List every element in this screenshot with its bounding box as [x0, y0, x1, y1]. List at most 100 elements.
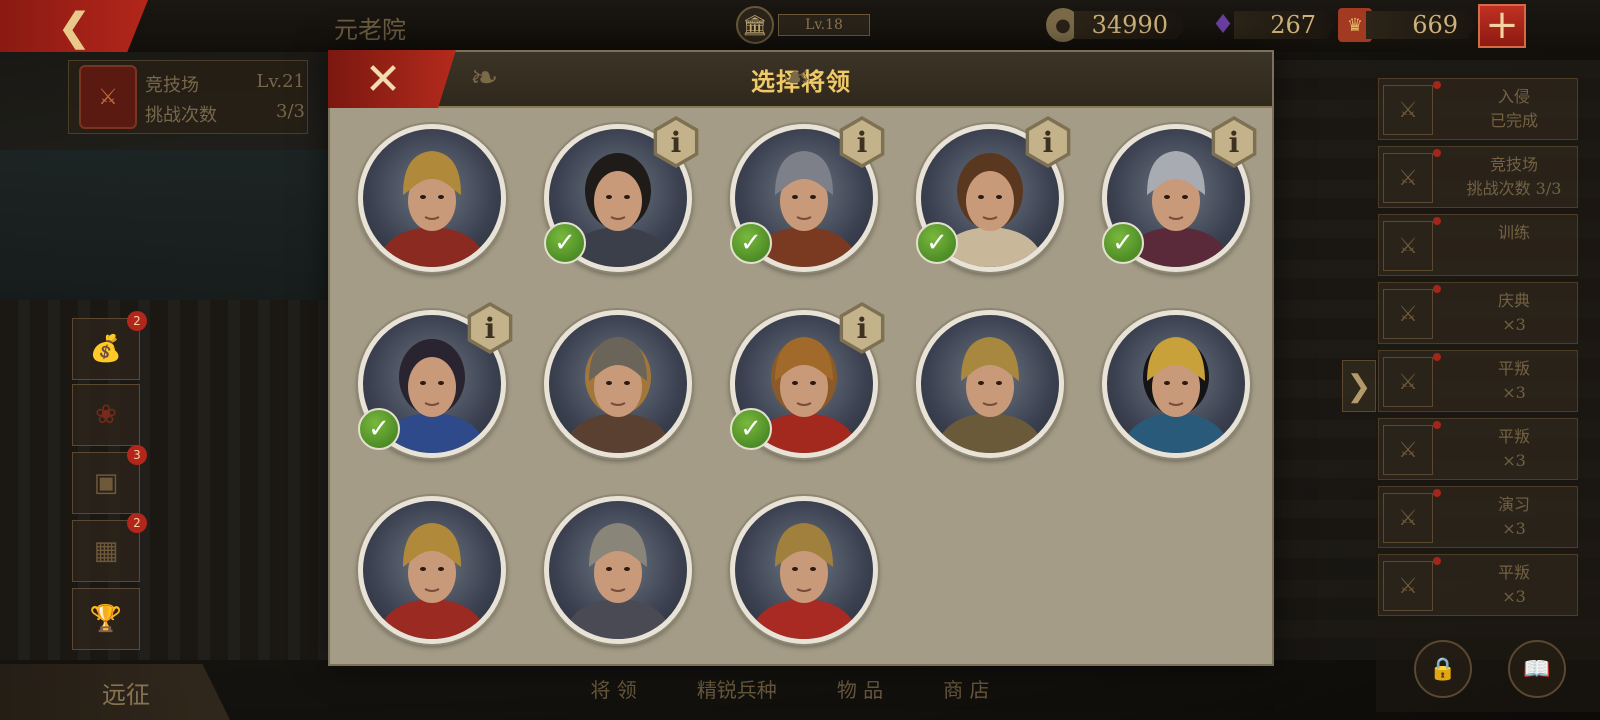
quest-text: 庆典 ×3 [1449, 289, 1579, 337]
challenge-value: 3/3 [276, 101, 305, 122]
quest-title: 入侵 [1497, 87, 1530, 106]
lock-icon: 🔒 [1429, 656, 1457, 682]
plus-icon: + [1485, 2, 1519, 48]
quest-sub: ×3 [1502, 519, 1526, 538]
gem-counter[interactable]: ♦ 267 [1206, 8, 1334, 42]
quest-title: 平叛 [1497, 359, 1530, 378]
senate-level[interactable]: 🏛 Lv.18 [736, 6, 870, 44]
quest-alert-dot [1433, 149, 1441, 157]
quest-item[interactable]: ⚔ 平叛 ×3 [1378, 554, 1578, 616]
general-slot[interactable]: i ✓ [916, 116, 1071, 272]
trophy-button[interactable]: 🏆 [72, 588, 140, 650]
coin-value: 34990 [1074, 11, 1186, 39]
quest-icon: ⚔ [1383, 357, 1433, 407]
dialog-header: ✕ ❧ 选择将领 ❧ [328, 50, 1272, 108]
book-icon: 📖 [1523, 656, 1551, 682]
quest-sub: ×3 [1502, 451, 1526, 470]
general-portrait[interactable] [358, 496, 506, 644]
general-slot[interactable]: i ✓ [358, 302, 513, 458]
expedition-button[interactable]: 远征 [0, 664, 230, 720]
quest-icon: ⚔ [1383, 561, 1433, 611]
coin-counter[interactable]: ● 34990 [1046, 8, 1186, 42]
info-icon: i [471, 306, 509, 350]
general-portrait[interactable] [730, 496, 878, 644]
quest-title: 竞技场 [1489, 155, 1538, 174]
arena-label: 竞技场 [145, 75, 199, 96]
quest-sub: ×3 [1502, 315, 1526, 334]
quest-icon: ⚔ [1383, 493, 1433, 543]
film-icon: ▣ [93, 468, 119, 498]
select-general-dialog: ✕ ❧ 选择将领 ❧ i ✓ i ✓ i ✓ i ✓ i ✓ i ✓ [328, 50, 1274, 666]
general-portrait[interactable] [544, 496, 692, 644]
quest-item[interactable]: ⚔ 庆典 ×3 [1378, 282, 1578, 344]
top-bar: ❮ 元老院 🏛 Lv.18 ● 34990 ♦ 267 ♛ 669 + [0, 0, 1600, 52]
lotus-button[interactable]: ❀ [72, 384, 140, 446]
quest-icon: ⚔ [1383, 85, 1433, 135]
arena-shield-icon: ⚔ [79, 65, 137, 129]
quest-alert-dot [1433, 421, 1441, 429]
quest-item[interactable]: ⚔ 演习 ×3 [1378, 486, 1578, 548]
info-icon: i [1029, 120, 1067, 164]
general-portrait[interactable] [358, 124, 506, 272]
token-value: 669 [1366, 11, 1476, 39]
page-title: 元老院 [334, 16, 406, 44]
quest-item[interactable]: ⚔ 竞技场 挑战次数 3/3 [1378, 146, 1578, 208]
tab-generals[interactable]: 将 领 [590, 674, 636, 703]
quest-text: 训练 [1449, 221, 1579, 245]
general-slot[interactable]: i ✓ [730, 116, 885, 272]
panel-toggle-button[interactable]: ❯ [1342, 360, 1376, 412]
back-button[interactable]: ❮ [0, 0, 148, 52]
general-portrait[interactable] [1102, 310, 1250, 458]
general-slot[interactable]: i ✓ [544, 116, 699, 272]
general-portrait[interactable] [544, 310, 692, 458]
senate-level-value: Lv.18 [778, 14, 870, 36]
quest-text: 平叛 ×3 [1449, 357, 1579, 405]
general-slot[interactable]: i ✓ [1102, 116, 1257, 272]
general-slot[interactable] [916, 310, 1064, 458]
quest-title: 平叛 [1497, 427, 1530, 446]
notification-badge: 2 [127, 311, 147, 331]
quest-icon: ⚔ [1383, 289, 1433, 339]
quest-title: 演习 [1497, 495, 1530, 514]
quest-title: 训练 [1497, 223, 1530, 242]
general-slot[interactable] [1102, 310, 1250, 458]
chevron-right-icon: ❯ [1346, 368, 1372, 404]
challenge-row: 挑战次数 3/3 [145, 101, 305, 127]
token-counter[interactable]: ♛ 669 [1338, 8, 1476, 42]
quest-item[interactable]: ⚔ 入侵 已完成 [1378, 78, 1578, 140]
general-slot[interactable] [358, 124, 506, 272]
general-slot[interactable] [358, 496, 506, 644]
quest-item[interactable]: ⚔ 训练 [1378, 214, 1578, 276]
quest-alert-dot [1433, 353, 1441, 361]
video-button[interactable]: ▣ 3 [72, 445, 147, 514]
tab-elite-troops[interactable]: 精锐兵种 [697, 674, 777, 703]
lock-button[interactable]: 🔒 [1414, 640, 1472, 698]
quest-item[interactable]: ⚔ 平叛 ×3 [1378, 350, 1578, 412]
book-button[interactable]: 📖 [1508, 640, 1566, 698]
quest-item[interactable]: ⚔ 平叛 ×3 [1378, 418, 1578, 480]
chest-button[interactable]: ▦ 2 [72, 513, 147, 582]
general-slot[interactable] [730, 496, 878, 644]
quest-alert-dot [1433, 285, 1441, 293]
general-slot[interactable] [544, 496, 692, 644]
arena-card[interactable]: ⚔ 竞技场 Lv.21 挑战次数 3/3 [68, 60, 308, 134]
arena-row: 竞技场 Lv.21 [145, 71, 305, 97]
quest-sub: ×3 [1502, 587, 1526, 606]
quest-icon: ⚔ [1383, 221, 1433, 271]
gem-value: 267 [1234, 11, 1334, 39]
tab-shop[interactable]: 商 店 [943, 674, 989, 703]
add-resources-button[interactable]: + [1478, 4, 1526, 48]
quest-alert-dot [1433, 557, 1441, 565]
tab-items[interactable]: 物 品 [837, 674, 883, 703]
quest-title: 庆典 [1497, 291, 1530, 310]
general-portrait[interactable] [916, 310, 1064, 458]
money-bag-icon: 💰 [89, 334, 123, 364]
quest-icon: ⚔ [1383, 425, 1433, 475]
general-slot[interactable] [544, 310, 692, 458]
general-slot[interactable]: i ✓ [730, 302, 885, 458]
info-icon: i [843, 306, 881, 350]
check-icon: ✓ [1102, 222, 1144, 264]
check-icon: ✓ [358, 408, 400, 450]
quest-text: 平叛 ×3 [1449, 561, 1579, 609]
reward-bag-button[interactable]: 💰 2 [72, 311, 147, 380]
